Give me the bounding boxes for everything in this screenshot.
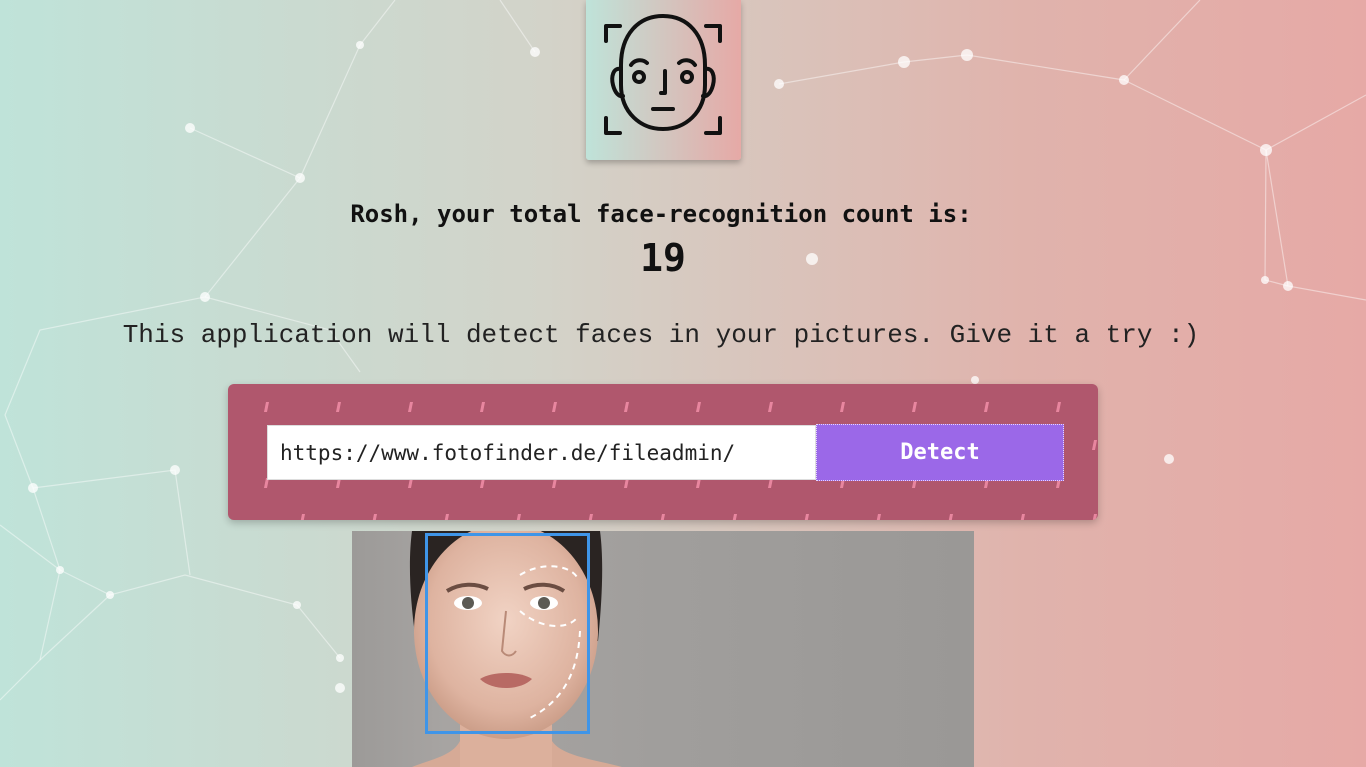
panel-pattern-tick <box>624 402 629 412</box>
panel-pattern-tick <box>876 514 881 520</box>
panel-pattern-tick <box>372 514 377 520</box>
panel-pattern-tick <box>1056 402 1061 412</box>
detect-button[interactable]: Detect <box>816 424 1064 481</box>
panel-pattern-tick <box>840 402 845 412</box>
panel-pattern-tick <box>300 514 305 520</box>
panel-pattern-tick <box>336 402 341 412</box>
panel-pattern-tick <box>444 514 449 520</box>
panel-pattern-tick <box>732 514 737 520</box>
panel-pattern-tick <box>984 402 989 412</box>
panel-pattern-tick <box>408 402 413 412</box>
detected-face-box <box>425 533 590 734</box>
panel-pattern-tick <box>588 514 593 520</box>
face-scan-icon <box>604 14 722 135</box>
panel-pattern-tick <box>660 514 665 520</box>
panel-pattern-tick <box>912 402 917 412</box>
panel-pattern-tick <box>1092 440 1097 450</box>
panel-pattern-tick <box>1020 514 1025 520</box>
app-logo[interactable] <box>586 0 741 160</box>
panel-pattern-tick <box>696 402 701 412</box>
panel-pattern-tick <box>768 402 773 412</box>
image-url-input[interactable] <box>267 425 816 480</box>
panel-pattern-tick <box>516 514 521 520</box>
panel-pattern-tick <box>264 402 269 412</box>
panel-pattern-tick <box>552 402 557 412</box>
recognition-count-title: Rosh, your total face-recognition count … <box>350 200 972 228</box>
panel-pattern-tick <box>948 514 953 520</box>
panel-pattern-tick <box>1092 514 1097 520</box>
intro-text: This application will detect faces in yo… <box>122 320 1200 350</box>
recognition-count-value: 19 <box>640 236 686 280</box>
panel-pattern-tick <box>480 402 485 412</box>
panel-pattern-tick <box>804 514 809 520</box>
